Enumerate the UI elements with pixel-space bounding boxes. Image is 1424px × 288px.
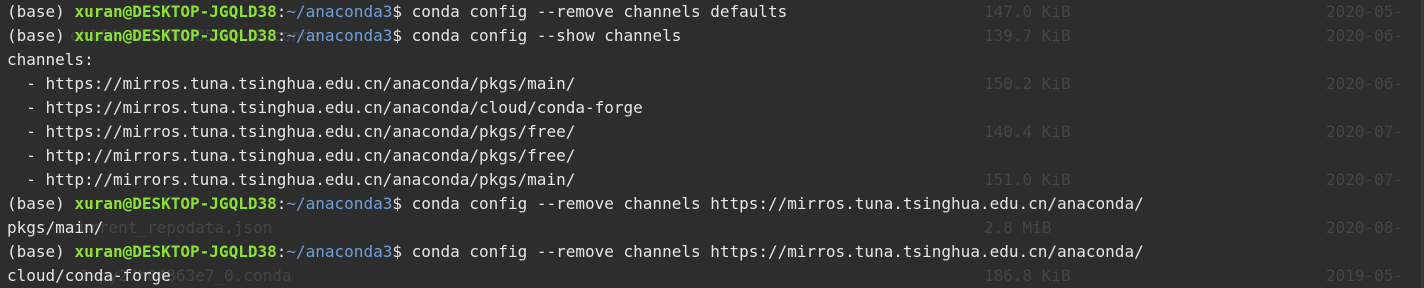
prompt-env: (base): [7, 242, 75, 261]
prompt-separator: :: [276, 242, 287, 261]
prompt-symbol: $: [392, 194, 412, 213]
command-text: conda config --show channels: [411, 26, 682, 45]
prompt-env: (base): [7, 194, 75, 213]
output-line: cloud/conda-forge: [7, 264, 1424, 288]
prompt-cwd: ~/anaconda3: [286, 194, 393, 213]
command-text: conda config --remove channels https://m…: [411, 194, 1144, 213]
output-line: channels:: [7, 48, 1424, 72]
prompt-env: (base): [7, 2, 75, 21]
prompt-line: (base) xuran@DESKTOP-JGQLD38:~/anaconda3…: [7, 192, 1424, 216]
output-text: - https://mirros.tuna.tsinghua.edu.cn/an…: [7, 98, 643, 117]
output-line: - http://mirrors.tuna.tsinghua.edu.cn/an…: [7, 144, 1424, 168]
prompt-user-host: xuran@DESKTOP-JGQLD38: [74, 2, 277, 21]
prompt-user-host: xuran@DESKTOP-JGQLD38: [74, 26, 277, 45]
prompt-line: (base) xuran@DESKTOP-JGQLD38:~/anaconda3…: [7, 240, 1424, 264]
prompt-cwd: ~/anaconda3: [286, 26, 393, 45]
prompt-symbol: $: [392, 2, 412, 21]
prompt-line: (base) xuran@DESKTOP-JGQLD38:~/anaconda3…: [7, 0, 1424, 24]
prompt-user-host: xuran@DESKTOP-JGQLD38: [74, 194, 277, 213]
output-line: pkgs/main/: [7, 216, 1424, 240]
terminal-window[interactable]: eh164/210-h0c8564/_0.conda current_repoda…: [0, 0, 1424, 288]
prompt-symbol: $: [392, 242, 412, 261]
command-text: conda config --remove channels https://m…: [411, 242, 1144, 261]
terminal-output: (base) xuran@DESKTOP-JGQLD38:~/anaconda3…: [7, 0, 1424, 288]
prompt-user-host: xuran@DESKTOP-JGQLD38: [74, 242, 277, 261]
output-line: - http://mirrors.tuna.tsinghua.edu.cn/an…: [7, 168, 1424, 192]
prompt-cwd: ~/anaconda3: [286, 242, 393, 261]
prompt-separator: :: [276, 2, 287, 21]
output-text: - http://mirrors.tuna.tsinghua.edu.cn/an…: [7, 146, 576, 165]
prompt-env: (base): [7, 26, 75, 45]
output-text: - https://mirros.tuna.tsinghua.edu.cn/an…: [7, 74, 576, 93]
output-text: - https://mirros.tuna.tsinghua.edu.cn/an…: [7, 122, 576, 141]
prompt-separator: :: [276, 194, 287, 213]
output-text: channels:: [7, 50, 94, 69]
output-text: pkgs/main/: [7, 218, 104, 237]
prompt-symbol: $: [392, 26, 412, 45]
prompt-separator: :: [276, 26, 287, 45]
output-text: - http://mirrors.tuna.tsinghua.edu.cn/an…: [7, 170, 576, 189]
output-text: cloud/conda-forge: [7, 266, 171, 285]
output-line: - https://mirros.tuna.tsinghua.edu.cn/an…: [7, 120, 1424, 144]
prompt-line: (base) xuran@DESKTOP-JGQLD38:~/anaconda3…: [7, 24, 1424, 48]
prompt-cwd: ~/anaconda3: [286, 2, 393, 21]
output-line: - https://mirros.tuna.tsinghua.edu.cn/an…: [7, 72, 1424, 96]
command-text: conda config --remove channels defaults: [411, 2, 788, 21]
output-line: - https://mirros.tuna.tsinghua.edu.cn/an…: [7, 96, 1424, 120]
